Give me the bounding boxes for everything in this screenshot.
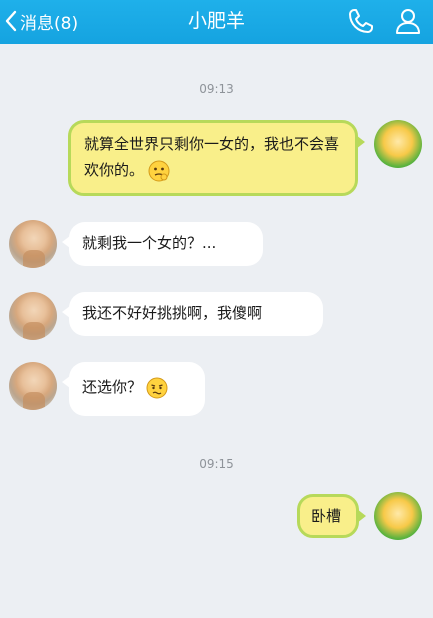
message-text: 就剩我一个女的？...	[82, 234, 217, 252]
friend-avatar[interactable]	[9, 220, 57, 268]
my-avatar[interactable]	[374, 492, 422, 540]
awkward-emoji-icon	[146, 377, 168, 399]
message-text: 卧槽	[311, 507, 342, 525]
incoming-message[interactable]: 我还不好好挑挑啊，我傻啊	[62, 292, 323, 336]
top-bar: 消息(8) 小肥羊	[0, 0, 433, 44]
timestamp: 09:13	[199, 82, 234, 96]
contact-icon[interactable]	[392, 5, 424, 37]
phone-icon[interactable]	[345, 5, 377, 37]
message-text: 就算全世界只剩你一女的，我也不会喜欢你的。	[84, 135, 340, 179]
outgoing-message[interactable]: 卧槽	[297, 494, 366, 538]
my-avatar[interactable]	[374, 120, 422, 168]
message-text: 我还不好好挑挑啊，我傻啊	[82, 304, 263, 322]
thinking-emoji-icon	[148, 160, 170, 182]
incoming-message[interactable]: 就剩我一个女的？...	[62, 222, 263, 266]
outgoing-message[interactable]: 就算全世界只剩你一女的，我也不会喜欢你的。	[68, 120, 365, 196]
friend-avatar[interactable]	[9, 362, 57, 410]
timestamp: 09:15	[199, 457, 234, 471]
chat-area[interactable]: 09:13 就算全世界只剩你一女的，我也不会喜欢你的。 就剩我一个女的？... …	[0, 44, 433, 618]
incoming-message[interactable]: 还选你？	[62, 362, 205, 416]
message-text: 还选你？	[82, 378, 143, 396]
friend-avatar[interactable]	[9, 292, 57, 340]
